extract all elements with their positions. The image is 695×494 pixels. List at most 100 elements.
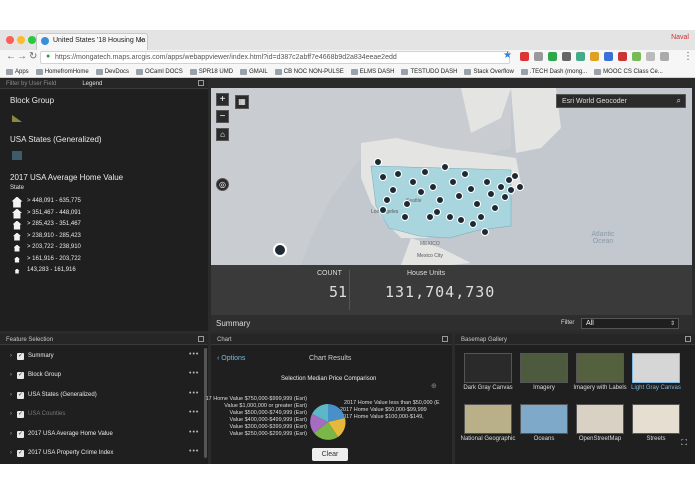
bookmark-star-icon[interactable]: ★ xyxy=(503,50,512,61)
checkbox[interactable]: ✓ xyxy=(17,450,24,457)
extension-icon[interactable] xyxy=(632,52,641,61)
geocoder-input[interactable]: Esri World Geocoder xyxy=(562,98,627,105)
minimize-window-button[interactable] xyxy=(17,36,25,44)
house-marker-icon[interactable] xyxy=(455,192,463,200)
house-marker-icon[interactable] xyxy=(389,186,397,194)
house-cluster-icon[interactable] xyxy=(273,243,287,257)
more-options-icon[interactable]: ••• xyxy=(189,409,199,416)
house-marker-icon[interactable] xyxy=(409,178,417,186)
house-marker-icon[interactable] xyxy=(491,204,499,212)
house-marker-icon[interactable] xyxy=(417,188,425,196)
maximize-window-button[interactable] xyxy=(28,36,36,44)
legend-tab[interactable]: Legend xyxy=(82,81,102,88)
house-marker-icon[interactable] xyxy=(401,213,409,221)
panel-collapse-icon[interactable] xyxy=(685,336,691,342)
feature-row[interactable]: › ✓ 2017 USA Property Crime Index ••• xyxy=(0,448,200,462)
address-bar[interactable]: https://mongatech.maps.arcgis.com/apps/w… xyxy=(40,51,510,64)
basemap-thumbnail[interactable] xyxy=(464,404,512,434)
locate-button-icon[interactable]: ◎ xyxy=(216,178,229,191)
house-marker-icon[interactable] xyxy=(446,213,454,221)
house-marker-icon[interactable] xyxy=(449,178,457,186)
zoom-chart-icon[interactable]: ⊕ xyxy=(431,382,437,390)
extension-icon[interactable] xyxy=(660,52,669,61)
house-marker-icon[interactable] xyxy=(469,220,477,228)
bookmark-item[interactable]: ELMS DASH xyxy=(350,68,394,75)
checkbox[interactable]: ✓ xyxy=(17,411,24,419)
zoom-in-button[interactable]: + xyxy=(216,93,229,106)
checkbox[interactable]: ✓ xyxy=(17,430,24,438)
filter-by-user-field-tab[interactable]: Filter by User Field xyxy=(6,81,56,88)
options-link[interactable]: ‹ Options xyxy=(217,355,245,362)
extension-icon[interactable] xyxy=(534,52,543,61)
checkbox[interactable]: ✓ xyxy=(17,391,24,399)
scrollbar[interactable] xyxy=(204,348,207,458)
basemap-thumbnail[interactable] xyxy=(576,404,624,434)
extension-icon[interactable] xyxy=(618,52,627,61)
basemap-thumbnail[interactable] xyxy=(632,353,680,383)
house-marker-icon[interactable] xyxy=(481,228,489,236)
extension-icon[interactable] xyxy=(646,52,655,61)
house-marker-icon[interactable] xyxy=(507,186,515,194)
house-marker-icon[interactable] xyxy=(516,183,524,191)
home-button-icon[interactable]: ⌂ xyxy=(216,128,229,141)
chevron-right-icon[interactable]: › xyxy=(10,353,12,359)
basemap-thumbnail[interactable] xyxy=(464,353,512,383)
house-marker-icon[interactable] xyxy=(473,200,481,208)
house-marker-icon[interactable] xyxy=(441,163,449,171)
map-view[interactable]: Seattle Los Angeles Mexico City MEXICO A… xyxy=(211,88,692,265)
house-marker-icon[interactable] xyxy=(383,196,391,204)
house-marker-icon[interactable] xyxy=(436,196,444,204)
bookmark-item[interactable]: .TECH Dash (mong... xyxy=(520,68,587,75)
chevron-right-icon[interactable]: › xyxy=(10,431,12,437)
more-options-icon[interactable]: ••• xyxy=(189,390,199,397)
search-icon[interactable]: ⌕ xyxy=(677,96,681,106)
house-marker-icon[interactable] xyxy=(379,173,387,181)
basemap-thumbnail[interactable] xyxy=(520,353,568,383)
close-window-button[interactable] xyxy=(6,36,14,44)
chevron-right-icon[interactable]: › xyxy=(10,392,12,398)
filter-select[interactable]: All ⇕ xyxy=(581,318,679,329)
more-options-icon[interactable]: ••• xyxy=(189,351,199,358)
house-marker-icon[interactable] xyxy=(394,170,402,178)
feature-row[interactable]: › ✓ USA Counties ••• xyxy=(0,409,200,423)
browser-menu-icon[interactable]: ⋮ xyxy=(683,51,693,62)
chevron-right-icon[interactable]: › xyxy=(10,450,12,456)
more-options-icon[interactable]: ••• xyxy=(189,429,199,436)
more-options-icon[interactable]: ••• xyxy=(189,370,199,377)
feature-row[interactable]: › ✓ 2017 USA Average Home Value ••• xyxy=(0,429,200,443)
bookmark-item[interactable]: OCaml DOCS xyxy=(136,68,183,75)
house-marker-icon[interactable] xyxy=(511,172,519,180)
house-marker-icon[interactable] xyxy=(467,185,475,193)
house-marker-icon[interactable] xyxy=(379,206,387,214)
panel-collapse-icon[interactable] xyxy=(198,80,204,86)
chevron-right-icon[interactable]: › xyxy=(10,372,12,378)
basemap-thumbnail[interactable] xyxy=(632,404,680,434)
extension-icon[interactable] xyxy=(562,52,571,61)
back-icon[interactable]: ← xyxy=(6,51,16,62)
house-marker-icon[interactable] xyxy=(429,183,437,191)
panel-collapse-icon[interactable] xyxy=(442,336,448,342)
extension-icon[interactable] xyxy=(520,52,529,61)
house-marker-icon[interactable] xyxy=(487,190,495,198)
house-marker-icon[interactable] xyxy=(433,208,441,216)
bookmark-item[interactable]: CB NOC NON-PULSE xyxy=(274,68,344,75)
checkbox[interactable]: ✓ xyxy=(17,353,24,360)
bookmark-item[interactable]: GMAIL xyxy=(240,68,268,75)
bookmark-item[interactable]: Apps xyxy=(6,68,29,75)
more-options-icon[interactable]: ••• xyxy=(189,448,199,455)
zoom-out-button[interactable]: − xyxy=(216,110,229,123)
bookmark-item[interactable]: HomefromHome xyxy=(35,68,89,75)
bookmark-item[interactable]: DevDocs xyxy=(95,68,129,75)
house-marker-icon[interactable] xyxy=(457,216,465,224)
house-marker-icon[interactable] xyxy=(483,178,491,186)
tab-close-icon[interactable]: ✕ xyxy=(138,36,145,45)
bookmark-item[interactable]: Stack Overflow xyxy=(464,68,514,75)
profile-name[interactable]: Naval xyxy=(671,34,689,41)
house-marker-icon[interactable] xyxy=(426,213,434,221)
layer-list-icon[interactable]: ▦ xyxy=(235,95,249,109)
panel-collapse-icon[interactable] xyxy=(198,336,204,342)
reload-icon[interactable]: ↻ xyxy=(29,51,37,62)
extension-icon[interactable] xyxy=(548,52,557,61)
bookmark-item[interactable]: SPR18 UMD xyxy=(189,68,233,75)
browser-tab[interactable]: United States '18 Housing Ma xyxy=(36,33,148,50)
